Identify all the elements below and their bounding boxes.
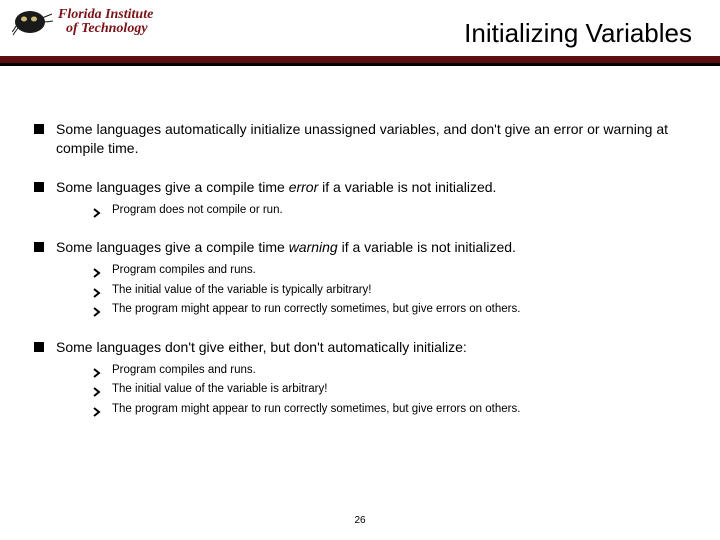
page-number: 26 (0, 515, 720, 526)
logo-line2: of Technology (58, 22, 153, 36)
chevron-icon (92, 265, 102, 275)
slide-header: Florida Institute of Technology Initiali… (0, 0, 720, 68)
bullet-item: Some languages automatically initialize … (34, 120, 686, 158)
chevron-icon (92, 304, 102, 314)
sub-list: Program compiles and runs. The initial v… (34, 263, 686, 318)
bullet-text-pre: Some languages give a compile time (56, 239, 289, 255)
square-bullet-icon (34, 342, 44, 352)
sub-item: Program does not compile or run. (92, 203, 686, 219)
institution-logo: Florida Institute of Technology (12, 6, 153, 38)
sub-item: The initial value of the variable is typ… (92, 283, 686, 299)
sub-item: The program might appear to run correctl… (92, 402, 686, 418)
header-rule-maroon (0, 56, 720, 63)
bullet-text: Some languages give a compile time error… (56, 178, 496, 197)
sub-item: Program compiles and runs. (92, 363, 686, 379)
bullet-text-pre: Some languages give a compile time (56, 179, 289, 195)
bullet-item: Some languages don't give either, but do… (34, 338, 686, 357)
sub-text: The initial value of the variable is typ… (112, 283, 372, 299)
bullet-text-post: if a variable is not initialized. (318, 179, 496, 195)
sub-text: The initial value of the variable is arb… (112, 382, 327, 398)
logo-line1: Florida Institute (58, 8, 153, 22)
sub-text: The program might appear to run correctl… (112, 302, 520, 318)
sub-list: Program does not compile or run. (34, 203, 686, 219)
chevron-icon (92, 205, 102, 215)
bullet-item: Some languages give a compile time error… (34, 178, 686, 197)
logo-text: Florida Institute of Technology (58, 8, 153, 36)
bullet-text: Some languages give a compile time warni… (56, 238, 516, 257)
sub-text: Program does not compile or run. (112, 203, 283, 219)
sub-item: Program compiles and runs. (92, 263, 686, 279)
sub-item: The initial value of the variable is arb… (92, 382, 686, 398)
header-rule-black (0, 63, 720, 66)
sub-list: Program compiles and runs. The initial v… (34, 363, 686, 418)
square-bullet-icon (34, 242, 44, 252)
bullet-text: Some languages automatically initialize … (56, 120, 686, 158)
sub-item: The program might appear to run correctl… (92, 302, 686, 318)
square-bullet-icon (34, 124, 44, 134)
slide-title: Initializing Variables (464, 18, 692, 49)
panther-icon (12, 6, 54, 38)
sub-text: Program compiles and runs. (112, 363, 256, 379)
square-bullet-icon (34, 182, 44, 192)
bullet-text: Some languages don't give either, but do… (56, 338, 467, 357)
chevron-icon (92, 285, 102, 295)
chevron-icon (92, 365, 102, 375)
bullet-item: Some languages give a compile time warni… (34, 238, 686, 257)
sub-text: Program compiles and runs. (112, 263, 256, 279)
bullet-text-post: if a variable is not initialized. (338, 239, 516, 255)
chevron-icon (92, 404, 102, 414)
bullet-text-italic: warning (289, 239, 338, 255)
chevron-icon (92, 384, 102, 394)
slide-content: Some languages automatically initialize … (0, 68, 720, 417)
bullet-text-italic: error (289, 179, 319, 195)
sub-text: The program might appear to run correctl… (112, 402, 520, 418)
